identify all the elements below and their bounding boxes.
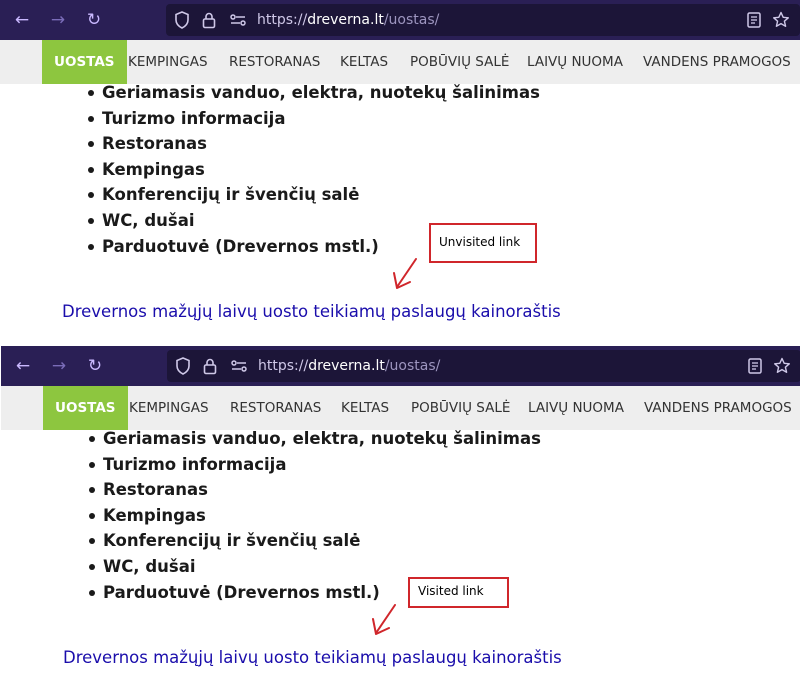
url-text[interactable]: https://dreverna.lt/uostas/ (258, 358, 440, 374)
site-menu: UOSTAS KEMPINGAS RESTORANAS KELTAS POBŪV… (0, 40, 800, 84)
lock-icon[interactable] (200, 356, 220, 376)
forward-arrow-icon[interactable]: → (48, 10, 68, 30)
url-path: /uostas/ (384, 358, 441, 374)
list-item: Kempingas (88, 157, 540, 183)
lock-icon[interactable] (199, 10, 219, 30)
price-list-link[interactable]: Drevernos mažųjų laivų uosto teikiamų pa… (63, 648, 562, 667)
menu-item-restoranas[interactable]: RESTORANAS (229, 40, 320, 84)
browser-toolbar: ← → ↻ https://dreverna.lt/uostas/ (1, 346, 800, 386)
visited-link-callout: Visited link (408, 577, 509, 608)
menu-item-vandens-pramogos[interactable]: VANDENS PRAMOGOS (644, 386, 792, 430)
list-item: Geriamasis vanduo, elektra, nuotekų šali… (88, 80, 540, 106)
list-item: Turizmo informacija (89, 452, 541, 478)
menu-item-keltas[interactable]: KELTAS (340, 40, 388, 84)
unvisited-link-callout: Unvisited link (429, 223, 537, 263)
url-text[interactable]: https://dreverna.lt/uostas/ (257, 12, 439, 28)
list-item: WC, dušai (89, 554, 541, 580)
menu-item-kempingas[interactable]: KEMPINGAS (129, 386, 209, 430)
annotation-arrow-icon (372, 604, 396, 635)
list-item: Turizmo informacija (88, 106, 540, 132)
browser-toolbar: ← → ↻ https://dreverna.lt/uostas/ (0, 0, 800, 40)
menu-item-kempingas[interactable]: KEMPINGAS (128, 40, 208, 84)
price-list-link[interactable]: Drevernos mažųjų laivų uosto teikiamų pa… (62, 302, 561, 321)
list-item: Konferencijų ir švenčių salė (88, 182, 540, 208)
back-arrow-icon[interactable]: ← (13, 356, 33, 376)
back-arrow-icon[interactable]: ← (12, 10, 32, 30)
url-path: /uostas/ (383, 12, 440, 28)
shield-icon[interactable] (172, 10, 192, 30)
menu-item-keltas[interactable]: KELTAS (341, 386, 389, 430)
menu-item-pobuviu-sale[interactable]: POBŪVIŲ SALĖ (411, 386, 510, 430)
menu-item-pobuviu-sale[interactable]: POBŪVIŲ SALĖ (410, 40, 509, 84)
list-item: Geriamasis vanduo, elektra, nuotekų šali… (89, 426, 541, 452)
menu-item-vandens-pramogos[interactable]: VANDENS PRAMOGOS (643, 40, 791, 84)
forward-arrow-icon[interactable]: → (49, 356, 69, 376)
site-menu: UOSTAS KEMPINGAS RESTORANAS KELTAS POBŪV… (1, 386, 800, 430)
list-item: Restoranas (89, 477, 541, 503)
menu-item-uostas[interactable]: UOSTAS (43, 386, 128, 430)
list-item: Restoranas (88, 131, 540, 157)
annotation-arrow-icon (393, 258, 417, 289)
list-item: Kempingas (89, 503, 541, 529)
bookmark-star-icon[interactable] (772, 356, 792, 376)
menu-item-uostas[interactable]: UOSTAS (42, 40, 127, 84)
menu-item-restoranas[interactable]: RESTORANAS (230, 386, 321, 430)
permissions-icon[interactable] (229, 356, 249, 376)
menu-item-laivu-nuoma[interactable]: LAIVŲ NUOMA (528, 386, 624, 430)
bookmark-star-icon[interactable] (771, 10, 791, 30)
url-host: dreverna.lt (307, 12, 384, 28)
list-item: Konferencijų ir švenčių salė (89, 528, 541, 554)
url-scheme: https:// (257, 12, 308, 28)
reload-icon[interactable]: ↻ (85, 356, 105, 376)
url-scheme: https:// (258, 358, 309, 374)
permissions-icon[interactable] (228, 10, 248, 30)
reader-view-icon[interactable] (745, 356, 765, 376)
screenshot-visited: ← → ↻ https://dreverna.lt/uostas/ UOSTAS… (1, 346, 800, 693)
url-host: dreverna.lt (308, 358, 385, 374)
shield-icon[interactable] (173, 356, 193, 376)
menu-item-laivu-nuoma[interactable]: LAIVŲ NUOMA (527, 40, 623, 84)
reload-icon[interactable]: ↻ (84, 10, 104, 30)
screenshot-unvisited: ← → ↻ https://dreverna.lt/uostas/ UOSTAS… (0, 0, 800, 345)
reader-view-icon[interactable] (744, 10, 764, 30)
